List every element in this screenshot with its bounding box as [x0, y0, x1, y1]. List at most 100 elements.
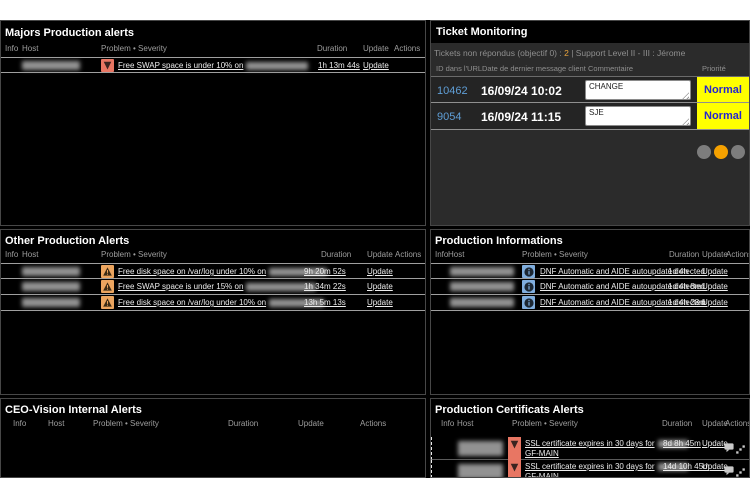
- col-duration: Duration: [317, 44, 347, 53]
- problem-link[interactable]: Free SWAP space is under 10% on: [118, 61, 308, 70]
- col-duration: Duration: [228, 419, 258, 428]
- col-actions: Actions: [725, 419, 750, 428]
- col-update: Update: [702, 419, 728, 428]
- problem-link[interactable]: Free disk space on /var/log under 10% on: [118, 298, 324, 307]
- panel-majors-production-alerts: Majors Production alerts Info Host Probl…: [0, 20, 426, 226]
- pager-dot-active[interactable]: [714, 145, 728, 159]
- action-steps-icon[interactable]: [736, 441, 745, 459]
- subtitle-prefix: Tickets non répondus (objectif 0) :: [434, 48, 564, 58]
- severity-high-icon: [508, 437, 521, 460]
- severity-high-icon: [508, 460, 521, 478]
- update-link[interactable]: Update: [702, 267, 728, 276]
- pager-dot[interactable]: [697, 145, 711, 159]
- redacted-host: [458, 441, 503, 456]
- ticket-date: 16/09/24 11:15: [481, 110, 561, 124]
- col-actions: Actions: [360, 419, 386, 428]
- col-update: Update: [298, 419, 324, 428]
- col-actions: Actions: [394, 44, 420, 53]
- subtitle-suffix: | Support Level II - III : Jérome: [569, 48, 686, 58]
- table-header: Info Host Problem • Severity Duration Up…: [1, 249, 425, 263]
- col-problem: Problem • Severity: [522, 250, 588, 259]
- priority-label: Normal: [697, 110, 742, 122]
- update-link[interactable]: Update: [367, 267, 393, 276]
- col-comment: Commentaire: [588, 64, 633, 73]
- comment-textarea[interactable]: CHANGE: [585, 80, 691, 100]
- col-host: Host: [22, 44, 38, 53]
- panel-title: Ticket Monitoring: [431, 21, 749, 38]
- duration-link[interactable]: 9h 20m 52s: [304, 267, 346, 276]
- action-steps-icon[interactable]: [736, 464, 745, 478]
- col-problem: Problem • Severity: [101, 44, 167, 53]
- table-header: Info Host Problem • Severity Duration Up…: [431, 249, 749, 263]
- ticket-id-link[interactable]: 10462: [437, 85, 468, 97]
- duration-link[interactable]: 1d 4h 28m: [668, 298, 706, 307]
- col-duration: Duration: [321, 250, 351, 259]
- col-duration: Duration: [669, 250, 699, 259]
- alert-row: Free disk space on /var/log under 10% on…: [1, 295, 425, 311]
- alert-row: DNF Automatic and AIDE autoupdate detect…: [431, 263, 749, 279]
- warning-icon: [101, 296, 114, 309]
- ticket-date: 16/09/24 10:02: [481, 84, 562, 98]
- alert-row: SSL certificate expires in 30 days for G…: [431, 437, 749, 460]
- problem-link-line2[interactable]: GF-MAIN: [525, 472, 559, 478]
- table-header: Info Host Problem • Severity Duration Up…: [1, 418, 425, 432]
- update-link[interactable]: Update: [702, 298, 728, 307]
- col-info: Info: [435, 250, 448, 259]
- duration-link[interactable]: 1h 34m 22s: [304, 282, 346, 291]
- col-info: Info: [13, 419, 26, 428]
- col-host: Host: [457, 419, 473, 428]
- redacted-host: [22, 298, 80, 307]
- col-actions: Actions: [726, 250, 750, 259]
- duration-link[interactable]: 1d 4h 8m: [668, 282, 701, 291]
- alert-row: Free disk space on /var/log under 10% on…: [1, 263, 425, 279]
- table-header: Info Host Problem • Severity Duration Up…: [431, 418, 749, 432]
- alert-row: DNF Automatic and AIDE autoupdate detect…: [431, 295, 749, 311]
- col-problem: Problem • Severity: [101, 250, 167, 259]
- table-header: Info Host Problem • Severity Duration Up…: [1, 43, 425, 57]
- update-link[interactable]: Update: [367, 298, 393, 307]
- dashboard-grid: Majors Production alerts Info Host Probl…: [0, 20, 750, 478]
- problem-text: Free disk space on /var/log under 10% on: [118, 267, 266, 276]
- severity-high-icon: [101, 59, 114, 72]
- panel-title: Production Informations: [431, 230, 749, 247]
- col-update: Update: [702, 250, 728, 259]
- col-host: Host: [448, 250, 464, 259]
- problem-link-line2[interactable]: GF-MAIN: [525, 449, 559, 458]
- update-link[interactable]: Update: [367, 282, 393, 291]
- panel-other-production-alerts: Other Production Alerts Info Host Proble…: [0, 229, 426, 395]
- pager-dot[interactable]: [731, 145, 745, 159]
- col-duration: Duration: [662, 419, 692, 428]
- update-link[interactable]: Update: [702, 282, 728, 291]
- cert-rows: SSL certificate expires in 30 days for G…: [431, 437, 749, 478]
- duration-link[interactable]: 8d 8h 45m: [663, 439, 701, 448]
- alert-row: SSL certificate expires in 30 days for G…: [431, 460, 749, 478]
- panel-title: Production Certificats Alerts: [431, 399, 749, 416]
- problem-text: SSL certificate expires in 30 days for: [525, 439, 655, 448]
- message-icon[interactable]: [724, 463, 734, 478]
- col-host: Host: [22, 250, 38, 259]
- ticket-row: 9054 16/09/24 11:15 SJE Normal: [431, 103, 749, 130]
- comment-textarea[interactable]: SJE: [585, 106, 691, 126]
- col-priority: Priorité: [702, 64, 726, 73]
- col-date: Date de dernier message client: [482, 64, 586, 73]
- problem-text: Free disk space on /var/log under 10% on: [118, 298, 266, 307]
- duration-link[interactable]: 1h 13m 44s: [318, 61, 360, 70]
- priority-cell: Normal: [697, 103, 749, 129]
- panel-ticket-monitoring: Ticket Monitoring Tickets non répondus (…: [430, 20, 750, 226]
- update-link[interactable]: Update: [363, 61, 389, 70]
- redacted-host: [450, 282, 514, 291]
- duration-link[interactable]: 1d 4h: [668, 267, 688, 276]
- problem-link[interactable]: Free disk space on /var/log under 10% on: [118, 267, 327, 276]
- message-icon[interactable]: [724, 440, 734, 458]
- col-actions: Actions: [395, 250, 421, 259]
- ticket-title-band: Ticket Monitoring: [431, 21, 749, 43]
- duration-link[interactable]: 13h 5m 13s: [304, 298, 346, 307]
- ticket-id-link[interactable]: 9054: [437, 111, 461, 123]
- panel-title: CEO-Vision Internal Alerts: [1, 399, 425, 416]
- pager-dots: [697, 145, 745, 159]
- redacted-host: [22, 267, 80, 276]
- col-ticket-id: ID dans l'URL: [436, 64, 482, 73]
- info-icon: [522, 265, 535, 278]
- problem-link[interactable]: Free SWAP space is under 15% on: [118, 282, 316, 291]
- alert-row: Free SWAP space is under 10% on 1h 13m 4…: [1, 57, 425, 73]
